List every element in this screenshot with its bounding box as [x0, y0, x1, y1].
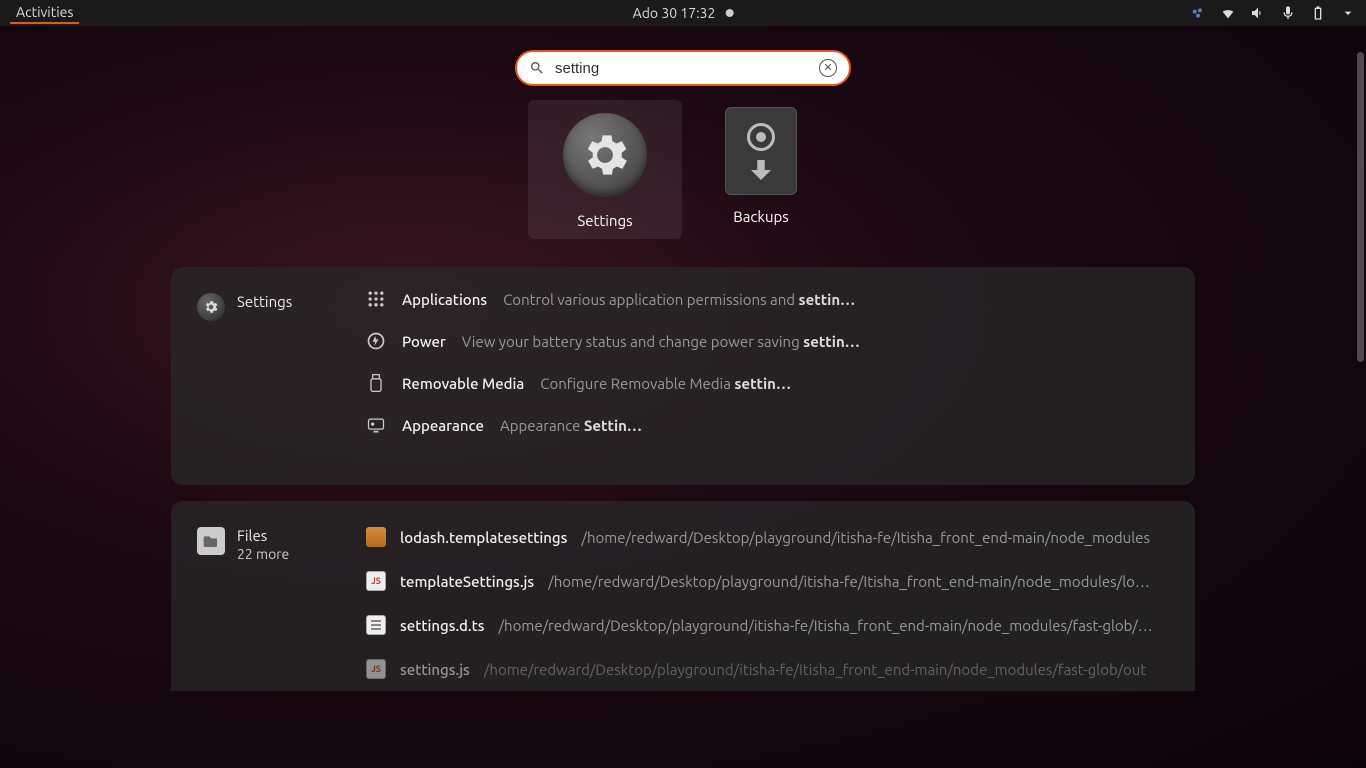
- folder-icon: [366, 527, 386, 547]
- backups-icon: [725, 107, 797, 195]
- file-result[interactable]: JS templateSettings.js /home/redward/Des…: [366, 571, 1171, 591]
- panel-title: Settings: [237, 293, 292, 310]
- microphone-icon[interactable]: [1280, 5, 1296, 21]
- files-category-icon: [197, 527, 225, 555]
- top-bar: Activities Ado 30 17:32: [0, 0, 1366, 26]
- settings-result-removable-media[interactable]: Removable Media Configure Removable Medi…: [366, 373, 1171, 393]
- notification-dot-icon: [725, 9, 733, 17]
- clear-search-button[interactable]: ✕: [819, 59, 837, 77]
- js-file-icon: JS: [366, 571, 386, 591]
- settings-result-applications[interactable]: Applications Control various application…: [366, 289, 1171, 309]
- js-file-icon: JS: [366, 659, 386, 679]
- files-results-panel: Files 22 more lodash.templatesettings /h…: [171, 501, 1195, 691]
- clock[interactable]: Ado 30 17:32: [633, 5, 716, 21]
- app-result-settings[interactable]: Settings: [528, 100, 682, 239]
- activities-button[interactable]: Activities: [10, 2, 79, 24]
- panel-title: Files: [237, 527, 289, 544]
- settings-category-icon: [197, 293, 225, 321]
- power-icon: [366, 331, 386, 351]
- app-result-backups[interactable]: Backups: [718, 108, 804, 229]
- settings-result-power[interactable]: Power View your battery status and chang…: [366, 331, 1171, 351]
- scrollbar[interactable]: [1357, 52, 1364, 362]
- battery-icon[interactable]: [1310, 5, 1326, 21]
- file-result[interactable]: settings.d.ts /home/redward/Desktop/play…: [366, 615, 1171, 635]
- search-input[interactable]: [555, 60, 809, 77]
- usb-icon: [366, 373, 386, 393]
- search-icon: [529, 60, 545, 76]
- file-result[interactable]: lodash.templatesettings /home/redward/De…: [366, 527, 1171, 547]
- system-tray[interactable]: [1190, 5, 1356, 21]
- settings-icon: [563, 113, 647, 197]
- settings-result-appearance[interactable]: Appearance Appearance Settin…: [366, 415, 1171, 435]
- file-result[interactable]: JS settings.js /home/redward/Desktop/pla…: [366, 659, 1171, 679]
- chevron-down-icon[interactable]: [1340, 5, 1356, 21]
- volume-icon[interactable]: [1250, 5, 1266, 21]
- appearance-icon: [366, 415, 386, 435]
- panel-subtitle[interactable]: 22 more: [237, 546, 289, 562]
- app-results: Settings Backups: [562, 108, 804, 229]
- app-label: Backups: [733, 208, 789, 225]
- search-bar[interactable]: ✕: [515, 50, 851, 86]
- app-label: Settings: [577, 212, 632, 229]
- text-file-icon: [366, 615, 386, 635]
- settings-results-panel: Settings Applications Control various ap…: [171, 267, 1195, 485]
- apps-grid-icon: [366, 289, 386, 309]
- tray-app-icon[interactable]: [1190, 5, 1206, 21]
- network-icon[interactable]: [1220, 5, 1236, 21]
